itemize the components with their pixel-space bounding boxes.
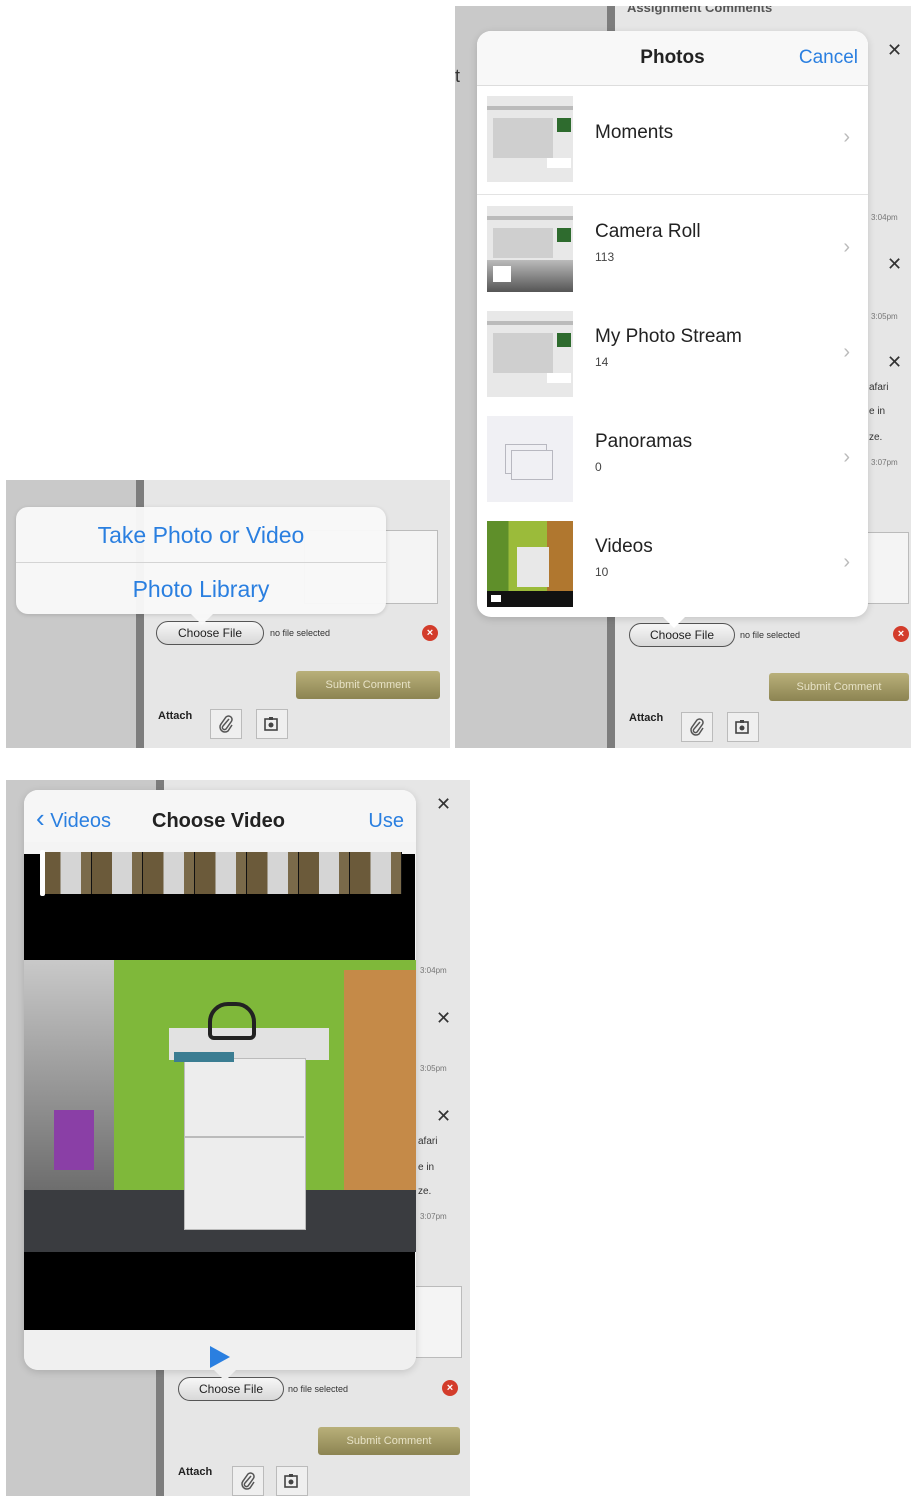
panel-action-sheet: Choose File no file selected × Submit Co… — [6, 480, 450, 748]
camera-icon[interactable] — [256, 709, 288, 739]
chevron-right-icon: › — [843, 126, 850, 148]
comment-text-fragment: afari — [418, 1136, 438, 1147]
remove-file-icon[interactable]: × — [422, 625, 438, 641]
comment-time: 3:04pm — [871, 213, 898, 222]
popover-title: Choose Video — [152, 810, 285, 832]
close-icon[interactable]: ✕ — [887, 254, 902, 275]
submit-comment-button[interactable]: Submit Comment — [296, 671, 440, 699]
scrubber-frame — [350, 852, 403, 894]
scrubber-frame — [298, 852, 351, 894]
panorama-placeholder-icon — [487, 416, 573, 502]
paperclip-icon[interactable] — [232, 1466, 264, 1496]
paperclip-icon[interactable] — [210, 709, 242, 739]
album-row-my-photo-stream[interactable]: My Photo Stream 14 › — [477, 301, 868, 406]
album-name: Camera Roll — [595, 221, 701, 242]
use-button[interactable]: Use — [368, 810, 404, 833]
popover-arrow — [663, 617, 685, 628]
album-count: 14 — [595, 355, 609, 369]
album-row-videos[interactable]: Videos 10 › — [477, 511, 868, 616]
photo-library-button[interactable]: Photo Library — [16, 563, 386, 615]
chevron-right-icon: › — [843, 551, 850, 573]
album-count: 0 — [595, 460, 602, 474]
comment-text-fragment: afari — [869, 382, 889, 393]
album-count: 10 — [595, 565, 609, 579]
remove-file-icon[interactable]: × — [893, 626, 909, 642]
album-row-panoramas[interactable]: Panoramas 0 › — [477, 406, 868, 511]
close-icon[interactable]: ✕ — [436, 1106, 451, 1127]
attach-label: Attach — [158, 710, 193, 722]
video-scrubber[interactable] — [40, 852, 403, 894]
popover-arrow — [214, 1370, 236, 1381]
chevron-right-icon: › — [843, 446, 850, 468]
comment-time: 3:05pm — [871, 312, 898, 321]
comment-text-fragment: ze. — [418, 1186, 432, 1197]
chevron-right-icon: › — [843, 236, 850, 258]
submit-comment-button[interactable]: Submit Comment — [769, 673, 909, 701]
comment-time: 3:04pm — [420, 966, 447, 975]
close-icon[interactable]: ✕ — [436, 794, 451, 815]
comment-time: 3:05pm — [420, 1064, 447, 1073]
sheet-arrow — [191, 614, 213, 625]
comment-time: 3:07pm — [420, 1212, 447, 1221]
remove-file-icon[interactable]: × — [442, 1380, 458, 1396]
album-row-camera-roll[interactable]: Camera Roll 113 › — [477, 196, 868, 301]
comment-text-fragment: ze. — [869, 432, 883, 443]
album-name: Panoramas — [595, 431, 693, 452]
play-icon[interactable] — [210, 1346, 230, 1368]
cancel-button[interactable]: Cancel — [799, 47, 858, 69]
row-divider — [477, 194, 868, 195]
paperclip-icon[interactable] — [681, 712, 713, 742]
video-preview — [24, 960, 416, 1252]
no-file-label: no file selected — [288, 1384, 349, 1394]
scrubber-frame — [143, 852, 196, 894]
panel-photos-picker: Assignment Comments t ✕ 3:04pm ✕ 3:05pm … — [455, 6, 911, 748]
album-thumbnail — [487, 521, 573, 607]
album-name: My Photo Stream — [595, 326, 742, 347]
attach-label: Attach — [178, 1466, 213, 1478]
close-icon[interactable]: ✕ — [887, 40, 902, 61]
no-file-label: no file selected — [270, 628, 331, 638]
assignment-comments-header: Assignment Comments — [627, 6, 773, 15]
choose-video-popover: ‹ Videos Choose Video Use — [24, 790, 416, 1370]
left-text-fragment: t — [455, 66, 461, 86]
close-icon[interactable]: ✕ — [436, 1008, 451, 1029]
camera-icon[interactable] — [276, 1466, 308, 1496]
comment-text-fragment: e in — [418, 1162, 435, 1173]
popover-header: Photos Cancel — [477, 31, 868, 86]
scrubber-frame — [246, 852, 299, 894]
take-photo-or-video-button[interactable]: Take Photo or Video — [16, 509, 386, 561]
photo-source-sheet: Take Photo or Video Photo Library — [16, 507, 386, 614]
comment-text-fragment: e in — [869, 406, 886, 417]
album-count: 113 — [595, 250, 615, 264]
comment-time: 3:07pm — [871, 458, 898, 467]
photos-popover: Photos Cancel Moments › Camera Roll 113 … — [477, 31, 868, 617]
scrubber-frame — [40, 852, 92, 894]
album-name: Moments — [595, 122, 674, 143]
scrubber-frame — [195, 852, 247, 894]
album-thumbnail — [487, 206, 573, 292]
back-label: Videos — [50, 810, 112, 832]
no-file-label: no file selected — [740, 630, 801, 640]
back-button[interactable]: ‹ Videos — [36, 805, 112, 833]
submit-comment-button[interactable]: Submit Comment — [318, 1427, 460, 1455]
close-icon[interactable]: ✕ — [887, 352, 902, 373]
album-thumbnail — [487, 311, 573, 397]
chevron-left-icon: ‹ — [36, 803, 45, 833]
album-thumbnail — [487, 96, 573, 182]
album-row-moments[interactable]: Moments › — [477, 86, 868, 191]
attach-label: Attach — [629, 712, 664, 724]
camera-icon[interactable] — [727, 712, 759, 742]
chevron-right-icon: › — [843, 341, 850, 363]
album-name: Videos — [595, 536, 653, 557]
panel-choose-video: ✕ 3:04pm ✕ 3:05pm ✕ afari e in ze. 3:07p… — [6, 780, 470, 1496]
scrubber-playhead[interactable] — [40, 850, 45, 896]
scrubber-frame — [91, 852, 144, 894]
